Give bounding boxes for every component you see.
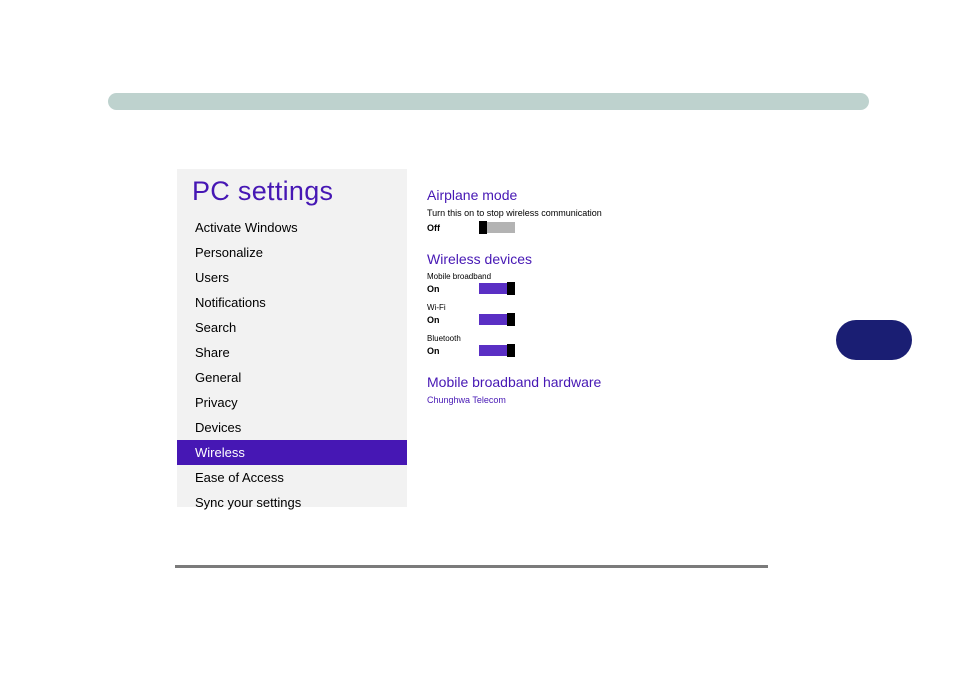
wireless-device-label: Wi-Fi (427, 303, 697, 312)
sidebar-item-general[interactable]: General (177, 365, 407, 390)
pc-settings-window: PC settings Activate WindowsPersonalizeU… (177, 169, 717, 507)
sidebar-item-privacy[interactable]: Privacy (177, 390, 407, 415)
wireless-devices-section: Wireless devices Mobile broadbandOnWi-Fi… (427, 251, 697, 356)
wireless-device-toggle-row: On (427, 314, 697, 325)
toggle-thumb (507, 282, 515, 295)
wireless-device-label: Mobile broadband (427, 272, 697, 281)
wireless-device-wi-fi: Wi-Fi On (427, 303, 697, 325)
airplane-mode-section: Airplane mode Turn this on to stop wirel… (427, 187, 697, 233)
wireless-device-label: Bluetooth (427, 334, 697, 343)
content-panel: Airplane mode Turn this on to stop wirel… (407, 169, 717, 507)
sidebar-item-search[interactable]: Search (177, 315, 407, 340)
sidebar: PC settings Activate WindowsPersonalizeU… (177, 169, 407, 507)
airplane-mode-state: Off (427, 223, 449, 233)
airplane-mode-toggle[interactable] (479, 222, 515, 233)
sidebar-item-sync-your-settings[interactable]: Sync your settings (177, 490, 407, 515)
sidebar-item-notifications[interactable]: Notifications (177, 290, 407, 315)
toggle-thumb (507, 344, 515, 357)
toggle-thumb (507, 313, 515, 326)
sidebar-item-ease-of-access[interactable]: Ease of Access (177, 465, 407, 490)
wireless-device-toggle-mobile-broadband[interactable] (479, 283, 515, 294)
sidebar-item-personalize[interactable]: Personalize (177, 240, 407, 265)
wireless-devices-title: Wireless devices (427, 251, 697, 267)
wireless-device-toggle-bluetooth[interactable] (479, 345, 515, 356)
sidebar-item-users[interactable]: Users (177, 265, 407, 290)
mobile-broadband-hardware-section: Mobile broadband hardware Chunghwa Telec… (427, 374, 697, 405)
mobile-broadband-hardware-title: Mobile broadband hardware (427, 374, 697, 390)
sidebar-item-share[interactable]: Share (177, 340, 407, 365)
airplane-mode-title: Airplane mode (427, 187, 697, 203)
sidebar-item-activate-windows[interactable]: Activate Windows (177, 215, 407, 240)
airplane-mode-toggle-row: Off (427, 222, 697, 233)
sidebar-item-devices[interactable]: Devices (177, 415, 407, 440)
wireless-device-toggle-row: On (427, 283, 697, 294)
wireless-device-mobile-broadband: Mobile broadband On (427, 272, 697, 294)
toggle-thumb (479, 221, 487, 234)
wireless-device-bluetooth: Bluetooth On (427, 334, 697, 356)
wireless-device-toggle-wi-fi[interactable] (479, 314, 515, 325)
right-pill-button[interactable] (836, 320, 912, 360)
sidebar-title: PC settings (177, 169, 407, 215)
wireless-device-state: On (427, 315, 449, 325)
mobile-broadband-hardware-link[interactable]: Chunghwa Telecom (427, 395, 697, 405)
sidebar-item-wireless[interactable]: Wireless (177, 440, 407, 465)
bottom-divider (175, 565, 768, 568)
wireless-device-toggle-row: On (427, 345, 697, 356)
wireless-device-state: On (427, 284, 449, 294)
wireless-device-state: On (427, 346, 449, 356)
top-bar (108, 93, 869, 110)
airplane-mode-desc: Turn this on to stop wireless communicat… (427, 208, 697, 218)
